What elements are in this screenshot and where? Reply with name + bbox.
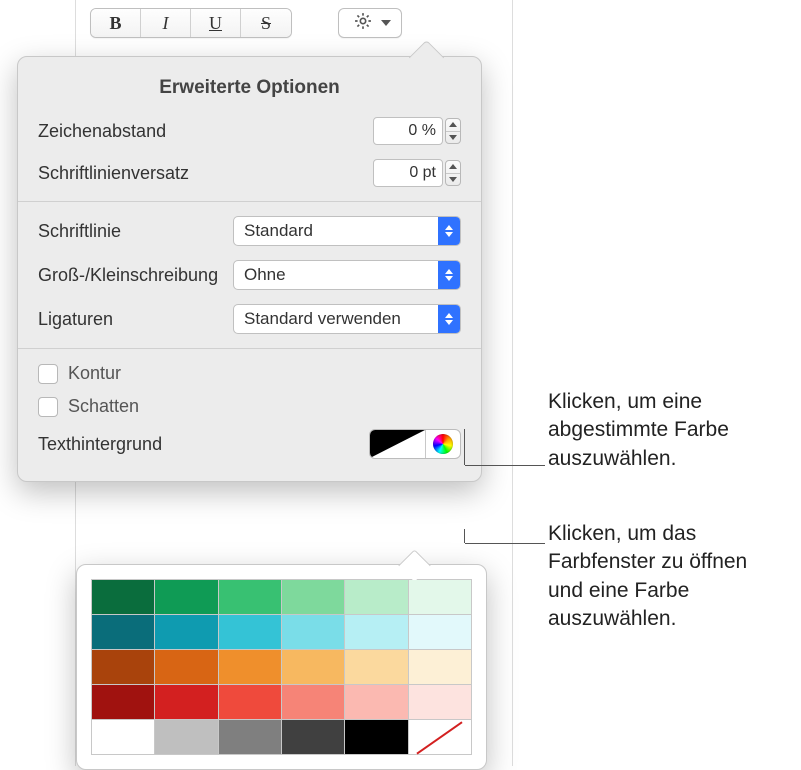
color-swatch[interactable] [345,685,407,719]
color-swatch[interactable] [155,685,217,719]
color-swatch[interactable] [155,580,217,614]
color-wheel-icon [433,434,453,454]
text-style-segmented: B I U S [90,8,292,38]
color-swatch[interactable] [409,650,471,684]
color-swatch[interactable] [219,580,281,614]
color-swatch[interactable] [155,720,217,754]
advanced-options-button[interactable] [338,8,402,38]
chevron-down-icon [381,20,391,26]
popover-title: Erweiterte Optionen [38,77,461,99]
italic-button[interactable]: I [141,9,191,37]
tracking-field [373,117,461,145]
text-background-row: Texthintergrund [38,429,461,459]
select-arrows-icon [438,305,460,333]
color-swatch[interactable] [282,650,344,684]
color-swatch[interactable] [92,720,154,754]
bold-button[interactable]: B [91,9,141,37]
capitalization-label: Groß-/Kleinschreibung [38,265,233,286]
capitalization-select[interactable]: Ohne [233,260,461,290]
color-swatch[interactable] [345,615,407,649]
baseline-label: Schriftlinienversatz [38,163,373,184]
preset-color-well[interactable] [370,430,426,458]
ligatures-value: Standard verwenden [244,309,401,329]
tracking-input[interactable] [373,117,443,145]
color-swatch[interactable] [282,615,344,649]
color-swatch[interactable] [409,580,471,614]
stepper-up[interactable] [446,161,460,174]
color-palette-grid [91,579,472,755]
select-arrows-icon [438,217,460,245]
baseline-row: Schriftlinienversatz [38,159,461,187]
capitalization-value: Ohne [244,265,286,285]
color-swatch[interactable] [155,615,217,649]
linestyle-row: Schriftlinie Standard [38,216,461,246]
color-swatch[interactable] [92,650,154,684]
ligatures-row: Ligaturen Standard verwenden [38,304,461,334]
ligatures-label: Ligaturen [38,309,233,330]
color-palette-popover [76,564,487,770]
color-swatch[interactable] [345,720,407,754]
linestyle-value: Standard [244,221,313,241]
ligatures-select[interactable]: Standard verwenden [233,304,461,334]
gear-icon [353,11,373,36]
color-picker-button[interactable] [426,430,460,458]
shadow-row: Schatten [38,396,461,417]
linestyle-label: Schriftlinie [38,221,233,242]
color-swatch[interactable] [219,685,281,719]
color-swatch[interactable] [282,580,344,614]
outline-label: Kontur [68,363,121,384]
color-swatch[interactable] [409,685,471,719]
baseline-stepper[interactable] [445,160,461,186]
stepper-down[interactable] [446,174,460,186]
color-swatch[interactable] [219,650,281,684]
tracking-row: Zeichenabstand [38,117,461,145]
callout-preset-color: Klicken, um eine abgestimmte Farbe auszu… [548,388,788,473]
callout-leader [465,543,545,544]
select-arrows-icon [438,261,460,289]
advanced-options-popover: Erweiterte Optionen Zeichenabstand Schri… [17,56,482,482]
capitalization-row: Groß-/Kleinschreibung Ohne [38,260,461,290]
divider [18,348,481,349]
tracking-label: Zeichenabstand [38,121,373,142]
linestyle-select[interactable]: Standard [233,216,461,246]
color-swatch[interactable] [345,650,407,684]
color-swatch[interactable] [92,685,154,719]
text-background-color-wells [369,429,461,459]
divider [18,201,481,202]
color-swatch[interactable] [409,720,471,754]
outline-row: Kontur [38,363,461,384]
stepper-up[interactable] [446,119,460,132]
callout-leader [465,465,545,466]
color-swatch[interactable] [92,615,154,649]
baseline-input[interactable] [373,159,443,187]
outline-checkbox[interactable] [38,364,58,384]
color-swatch[interactable] [345,580,407,614]
color-swatch[interactable] [282,720,344,754]
text-style-toolbar: B I U S [90,8,402,38]
text-background-label: Texthintergrund [38,434,162,455]
color-swatch[interactable] [155,650,217,684]
tracking-stepper[interactable] [445,118,461,144]
stepper-down[interactable] [446,132,460,144]
shadow-label: Schatten [68,396,139,417]
underline-button[interactable]: U [191,9,241,37]
baseline-field [373,159,461,187]
color-swatch[interactable] [219,615,281,649]
color-swatch[interactable] [409,615,471,649]
callout-color-picker: Klicken, um das Farbfenster zu öffnen un… [548,520,788,633]
shadow-checkbox[interactable] [38,397,58,417]
color-swatch[interactable] [92,580,154,614]
color-swatch[interactable] [282,685,344,719]
strikethrough-button[interactable]: S [241,9,291,37]
color-swatch[interactable] [219,720,281,754]
